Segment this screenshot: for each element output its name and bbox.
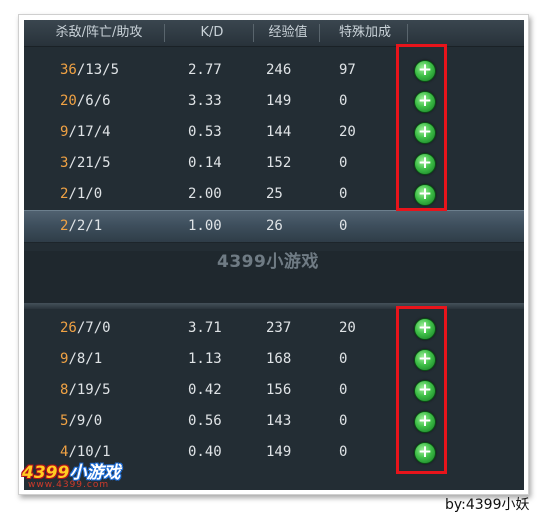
header-separator xyxy=(319,24,320,42)
kd-value: 2.77 xyxy=(188,62,222,78)
header-separator xyxy=(407,24,408,42)
kda-cell: 5/9/0 xyxy=(60,406,102,437)
exp-value: 237 xyxy=(266,320,292,336)
team-divider xyxy=(24,303,524,309)
player-row: 36/13/5 2.77 246 97 + xyxy=(24,55,524,86)
player-row: 9/17/4 0.53 144 20 + xyxy=(24,117,524,148)
deaths-assists-value: /1/0 xyxy=(68,186,103,202)
kda-cell: 2/1/0 xyxy=(60,179,102,210)
header-exp: 经验值 xyxy=(268,25,308,40)
kd-value: 0.56 xyxy=(188,413,222,429)
exp-value: 168 xyxy=(266,351,292,367)
brand-logo: 4399小游戏 www.4399.com xyxy=(22,458,132,494)
kda-cell: 8/19/5 xyxy=(60,375,111,406)
player-row: 9/8/1 1.13 168 0 + xyxy=(24,344,524,375)
exp-value: 25 xyxy=(266,186,283,202)
kills-value: 36 xyxy=(60,62,77,78)
exp-value: 26 xyxy=(266,218,283,234)
kda-cell: 36/13/5 xyxy=(60,55,119,86)
scoreboard-header: 杀敌/阵亡/助攻 K/D 经验值 特殊加成 xyxy=(24,20,524,47)
deaths-assists-value: /9/0 xyxy=(68,413,103,429)
player-row: 2/2/1 1.00 26 0 xyxy=(24,210,524,243)
exp-value: 149 xyxy=(266,444,292,460)
header-kd: K/D xyxy=(200,25,224,40)
exp-value: 143 xyxy=(266,413,292,429)
kd-value: 3.71 xyxy=(188,320,222,336)
watermark-text: 4399小游戏 xyxy=(217,252,319,272)
bonus-value: 0 xyxy=(339,351,348,367)
player-row: 2/1/0 2.00 25 0 + xyxy=(24,179,524,210)
exp-value: 152 xyxy=(266,155,292,171)
deaths-assists-value: /6/6 xyxy=(76,93,111,109)
kd-value: 0.53 xyxy=(188,124,222,140)
scoreboard-panel: 杀敌/阵亡/助攻 K/D 经验值 特殊加成 36/13/5 2.77 246 97 +2… xyxy=(24,20,524,490)
kda-cell: 3/21/5 xyxy=(60,148,111,179)
header-kda: 杀敌/阵亡/助攻 xyxy=(55,25,143,40)
logo-url: www.4399.com xyxy=(28,480,110,490)
deaths-assists-value: /2/1 xyxy=(68,218,103,234)
kd-value: 0.14 xyxy=(188,155,222,171)
kd-value: 0.42 xyxy=(188,382,222,398)
header-separator xyxy=(253,24,254,42)
header-bonus: 特殊加成 xyxy=(338,25,391,40)
exp-value: 144 xyxy=(266,124,292,140)
bonus-value: 20 xyxy=(339,320,356,336)
kd-value: 0.40 xyxy=(188,444,222,460)
bonus-value: 0 xyxy=(339,155,348,171)
player-row: 8/19/5 0.42 156 0 + xyxy=(24,375,524,406)
player-row: 20/6/6 3.33 149 0 + xyxy=(24,86,524,117)
highlight-box-top xyxy=(396,44,447,211)
kda-cell: 2/2/1 xyxy=(60,211,102,242)
kda-cell: 9/8/1 xyxy=(60,344,102,375)
deaths-assists-value: /21/5 xyxy=(68,155,111,171)
kills-value: 26 xyxy=(60,320,77,336)
deaths-assists-value: /17/4 xyxy=(68,124,111,140)
bonus-value: 0 xyxy=(339,444,348,460)
exp-value: 246 xyxy=(266,62,292,78)
kda-cell: 9/17/4 xyxy=(60,117,111,148)
player-row: 5/9/0 0.56 143 0 + xyxy=(24,406,524,437)
deaths-assists-value: /8/1 xyxy=(68,351,103,367)
kills-value: 20 xyxy=(60,93,77,109)
highlight-box-bottom xyxy=(396,306,447,474)
kda-cell: 26/7/0 xyxy=(60,313,111,344)
credit-text: by:4399小妖 xyxy=(445,497,530,513)
header-separator xyxy=(164,24,165,42)
kd-value: 1.00 xyxy=(188,218,222,234)
bonus-value: 0 xyxy=(339,186,348,202)
bonus-value: 0 xyxy=(339,382,348,398)
bonus-value: 97 xyxy=(339,62,356,78)
deaths-assists-value: /7/0 xyxy=(76,320,111,336)
bonus-value: 0 xyxy=(339,93,348,109)
player-row: 26/7/0 3.71 237 20 + xyxy=(24,313,524,344)
deaths-assists-value: /19/5 xyxy=(68,382,111,398)
exp-value: 149 xyxy=(266,93,292,109)
bonus-value: 0 xyxy=(339,218,348,234)
bonus-value: 20 xyxy=(339,124,356,140)
exp-value: 156 xyxy=(266,382,292,398)
kd-value: 1.13 xyxy=(188,351,222,367)
deaths-assists-value: /13/5 xyxy=(76,62,120,78)
bonus-value: 0 xyxy=(339,413,348,429)
kda-cell: 20/6/6 xyxy=(60,86,111,117)
kd-value: 3.33 xyxy=(188,93,222,109)
kd-value: 2.00 xyxy=(188,186,222,202)
player-row: 3/21/5 0.14 152 0 + xyxy=(24,148,524,179)
